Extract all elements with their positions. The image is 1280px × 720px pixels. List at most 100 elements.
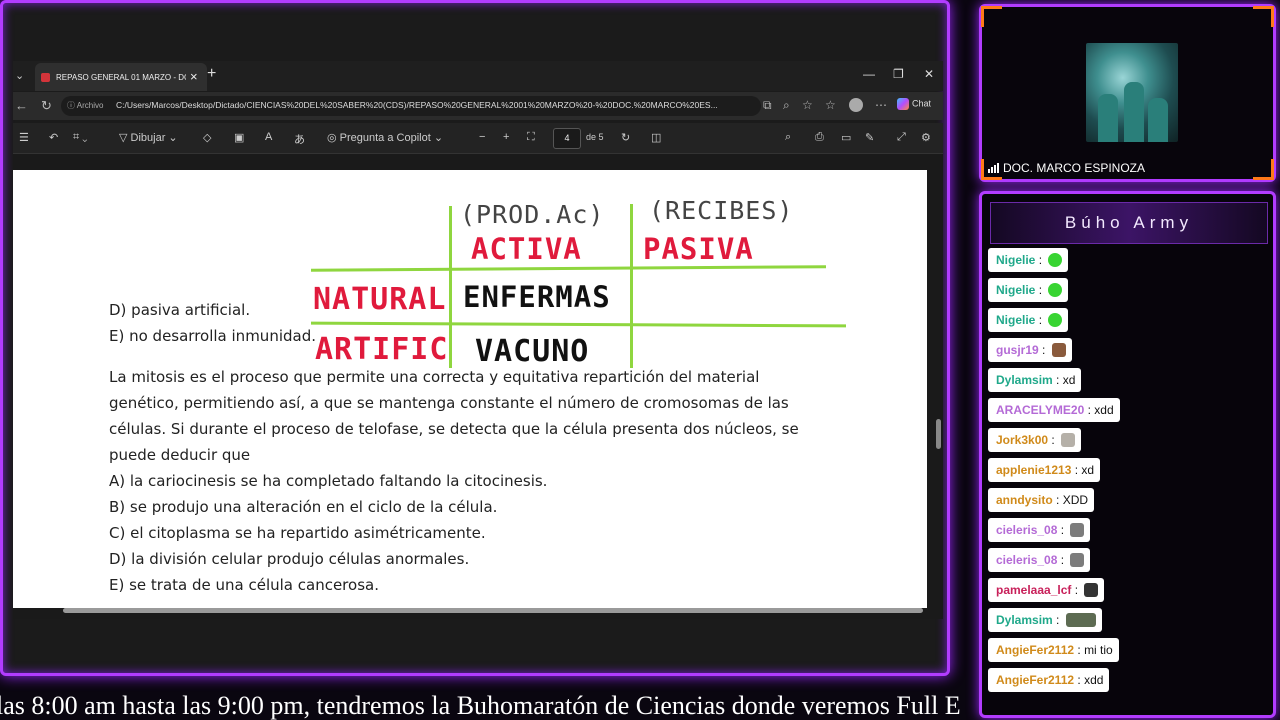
chat-message: Jork3k00 :: [988, 428, 1082, 452]
chat-username[interactable]: pamelaaa_lcf: [996, 583, 1071, 597]
doc-line: genético, permitiendo así, a que se mant…: [109, 394, 789, 412]
eraser-icon[interactable]: ◇: [203, 131, 211, 144]
url-prefix: Archivo: [76, 101, 104, 110]
pdf-viewer[interactable]: (PROD.Ac) (RECIBES) ACTIVA PASIVA NATURA…: [13, 154, 943, 619]
chat-username[interactable]: Jork3k00: [996, 433, 1048, 447]
chat-text: xd: [1081, 463, 1095, 477]
chat-separator: :: [1052, 493, 1063, 507]
translate-icon[interactable]: あ: [294, 131, 305, 147]
chat-header: Búho Army: [990, 202, 1268, 244]
annotation-grid-line: [310, 265, 827, 272]
horizontal-scrollbar[interactable]: [13, 606, 927, 615]
annotation-grid-line: [449, 206, 452, 368]
horizontal-scroll-thumb[interactable]: [63, 608, 923, 613]
search-icon[interactable]: ⌕: [785, 131, 791, 144]
copilot-chat-button[interactable]: Chat: [897, 98, 931, 110]
file-info-icon[interactable]: ⓘ Archivo: [67, 100, 103, 111]
chat-username[interactable]: Nigelie: [996, 313, 1035, 327]
back-icon[interactable]: ←: [15, 98, 28, 113]
pdf-page: (PROD.Ac) (RECIBES) ACTIVA PASIVA NATURA…: [13, 170, 927, 608]
zoom-out-icon[interactable]: −: [479, 131, 485, 143]
zoom-icon[interactable]: ⌕: [783, 98, 790, 113]
chat-username[interactable]: Nigelie: [996, 253, 1035, 267]
annotation-grid-line: [630, 204, 633, 368]
annotation-row1-header: NATURAL: [313, 282, 447, 317]
page-total: de 5: [586, 132, 604, 142]
emote-icon: [1048, 313, 1063, 327]
chat-message: gusjr19 :: [988, 338, 1072, 362]
page-view-icon[interactable]: ◫: [651, 131, 661, 144]
ticker-text: las 8:00 am hasta las 9:00 pm, tendremos…: [0, 691, 960, 720]
chat-username[interactable]: cieleris_08: [996, 523, 1057, 537]
address-bar: ← ↻ ⓘ Archivo C:/Users/Marcos/Desktop/Di…: [13, 92, 943, 120]
settings-gear-icon[interactable]: ⚙: [921, 131, 931, 144]
rotate-icon[interactable]: ↻: [621, 131, 630, 144]
chat-username[interactable]: cieleris_08: [996, 553, 1057, 567]
ask-copilot-button[interactable]: ◎ Pregunta a Copilot ⌄: [327, 131, 443, 144]
edit-icon[interactable]: ✎: [865, 131, 874, 144]
print-icon[interactable]: ⎙: [815, 131, 824, 144]
chat-separator: :: [1071, 583, 1082, 597]
chat-username[interactable]: anndysito: [996, 493, 1053, 507]
chat-separator: :: [1057, 523, 1068, 537]
ask-copilot-label: Pregunta a Copilot: [339, 132, 431, 144]
close-window-icon[interactable]: ✕: [924, 67, 934, 81]
chat-username[interactable]: AngieFer2112: [996, 643, 1074, 657]
more-icon[interactable]: ⋯: [875, 98, 887, 112]
chat-username[interactable]: ARACELYME20: [996, 403, 1084, 417]
favorite-star-icon[interactable]: ☆: [802, 98, 813, 112]
text-box-icon[interactable]: ▣: [234, 131, 244, 144]
contents-icon[interactable]: ☰: [19, 131, 29, 144]
highlight-icon[interactable]: ⌗ ⌄: [73, 131, 87, 144]
doc-line: D) pasiva artificial.: [109, 301, 251, 319]
webcam-video: [1086, 43, 1178, 142]
undo-icon[interactable]: ↶: [49, 131, 58, 144]
tab-list-chevron-icon[interactable]: ⌄: [15, 69, 24, 82]
emote-icon: [1048, 253, 1063, 267]
chat-text: xdd: [1084, 673, 1104, 687]
fit-page-icon[interactable]: ⛶: [527, 131, 535, 144]
zoom-in-icon[interactable]: +: [503, 131, 509, 143]
chat-username[interactable]: Dylamsim: [996, 613, 1053, 627]
refresh-icon[interactable]: ↻: [41, 98, 52, 114]
annotation-row2-header: ARTIFIC: [315, 332, 449, 367]
chat-separator: :: [1074, 643, 1085, 657]
tab-close-icon[interactable]: ×: [190, 69, 198, 84]
chat-message: Dylamsim : xd: [988, 368, 1082, 392]
minimize-icon[interactable]: —: [863, 67, 875, 81]
save-icon[interactable]: ▭: [841, 131, 851, 144]
doc-line: E) no desarrolla inmunidad.: [109, 327, 316, 345]
chat-separator: :: [1038, 343, 1049, 357]
signal-bars-icon: [988, 162, 1000, 176]
chat-separator: :: [1052, 613, 1063, 627]
url-text[interactable]: C:/Users/Marcos/Desktop/Dictado/CIENCIAS…: [116, 100, 756, 110]
vertical-scrollbar[interactable]: [934, 154, 943, 604]
chat-separator: :: [1052, 373, 1063, 387]
emote-icon: [1084, 583, 1099, 597]
url-field[interactable]: ⓘ Archivo C:/Users/Marcos/Desktop/Dictad…: [61, 96, 761, 116]
chat-username[interactable]: applenie1213: [996, 463, 1071, 477]
draw-button[interactable]: ▽ Dibujar ⌄: [119, 131, 178, 144]
restore-icon[interactable]: ❐: [893, 67, 904, 81]
chat-username[interactable]: Nigelie: [996, 283, 1035, 297]
chat-username[interactable]: gusjr19: [996, 343, 1039, 357]
chat-message: Nigelie :: [988, 248, 1069, 272]
chat-text: xdd: [1094, 403, 1114, 417]
app-icon[interactable]: ⧉: [763, 98, 772, 113]
chat-separator: :: [1057, 553, 1068, 567]
chat-username[interactable]: Dylamsim: [996, 373, 1053, 387]
chat-title: Búho Army: [1064, 213, 1194, 232]
profile-avatar[interactable]: [849, 98, 863, 112]
favorites-icon[interactable]: ☆: [825, 98, 836, 112]
chat-username[interactable]: AngieFer2112: [996, 673, 1074, 687]
page-number-input[interactable]: 4: [553, 128, 581, 149]
fullscreen-icon[interactable]: ⤢: [897, 131, 906, 144]
news-ticker: las 8:00 am hasta las 9:00 pm, tendremos…: [0, 686, 960, 720]
read-aloud-icon[interactable]: A: [265, 131, 272, 143]
new-tab-icon[interactable]: +: [207, 65, 216, 83]
chat-separator: :: [1084, 403, 1095, 417]
copilot-chat-label: Chat: [912, 98, 932, 109]
browser-tab[interactable]: REPASO GENERAL 01 MARZO - DO ×: [35, 63, 207, 91]
vertical-scroll-thumb[interactable]: [936, 419, 941, 449]
emote-icon: [1048, 283, 1063, 297]
